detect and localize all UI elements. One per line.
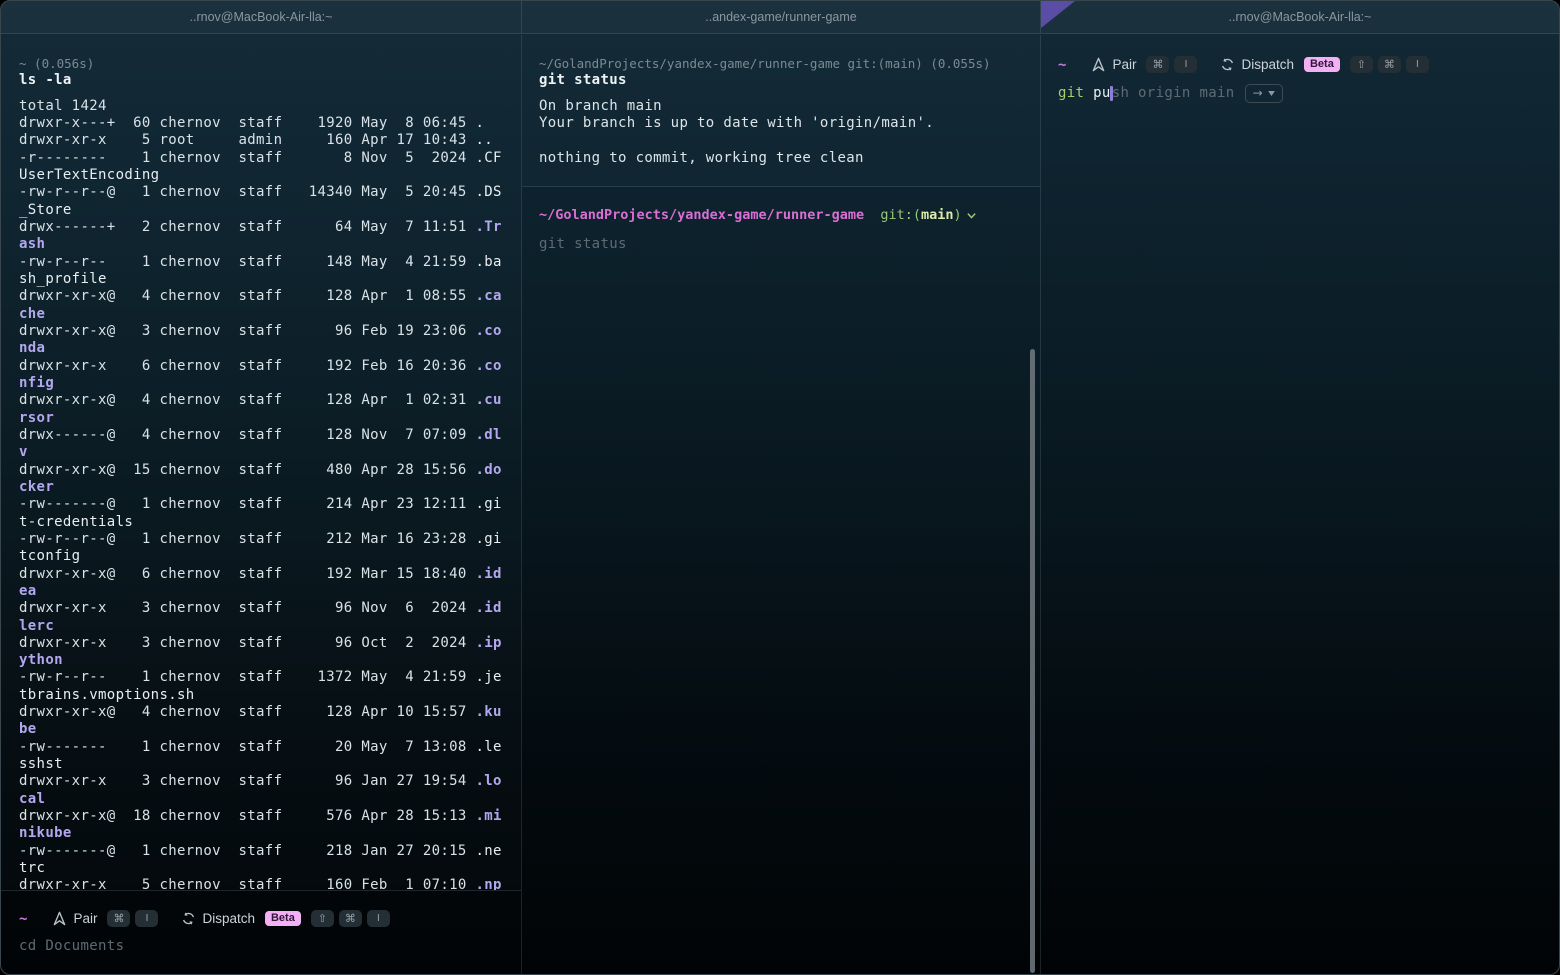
- output-line: Your branch is up to date with 'origin/m…: [539, 115, 1023, 132]
- command-ls[interactable]: ls -la: [19, 72, 503, 89]
- pane-right: ~ Pair ⌘ I Dispatch Beta ⇧ ⌘: [1040, 35, 1559, 974]
- pane-left: ~ (0.056s) ls -la total 1424 drwxr-x---+…: [1, 35, 521, 974]
- cwd-tilde: ~: [1058, 57, 1066, 73]
- pane-container: ~ (0.056s) ls -la total 1424 drwxr-x---+…: [1, 35, 1559, 974]
- dispatch-icon: [181, 911, 196, 926]
- i-key-badge: I: [1174, 56, 1197, 73]
- shift-key-badge: ⇧: [311, 910, 334, 927]
- dispatch-label: Dispatch: [202, 911, 255, 926]
- i-key-badge: I: [135, 910, 158, 927]
- autosuggest-accept-hint[interactable]: →: [1245, 84, 1283, 103]
- output-line: On branch main: [539, 98, 1023, 115]
- prompt-header: ~ (0.056s): [19, 55, 503, 72]
- ls-output: total 1424 drwxr-x---+ 60 chernov staff …: [19, 98, 503, 891]
- cmd-key-badge: ⌘: [1146, 56, 1169, 73]
- prompt-header: ~/GolandProjects/yandex-game/runner-game…: [539, 55, 1023, 72]
- pair-label: Pair: [73, 911, 97, 926]
- prompt-current: ~/GolandProjects/yandex-game/runner-game…: [539, 206, 1023, 224]
- dispatch-icon: [1220, 57, 1235, 72]
- left-input-block[interactable]: ~ Pair ⌘ I Dispatch Beta: [1, 891, 521, 974]
- pane-middle: ~/GolandProjects/yandex-game/runner-game…: [521, 35, 1040, 974]
- cmd-key-badge: ⌘: [1378, 56, 1401, 73]
- toolbar-left: ~ Pair ⌘ I Dispatch Beta: [19, 909, 503, 928]
- shift-key-badge: ⇧: [1350, 56, 1373, 73]
- toolbar-right: ~ Pair ⌘ I Dispatch Beta ⇧ ⌘: [1058, 55, 1543, 74]
- git-prefix: git:(: [864, 206, 921, 224]
- right-arrow-icon: →: [1253, 85, 1263, 102]
- i-key-badge: I: [367, 910, 390, 927]
- beta-badge: Beta: [265, 911, 301, 926]
- git-branch: main: [921, 206, 954, 224]
- i-key-badge: I: [1406, 56, 1429, 73]
- typed-command: git: [1058, 85, 1084, 102]
- scrollbar[interactable]: [1030, 349, 1035, 973]
- active-pane-indicator-icon: [1041, 1, 1075, 28]
- pair-icon: [1091, 57, 1106, 72]
- pair-label: Pair: [1112, 57, 1136, 72]
- tab-terminal-2[interactable]: ..andex-game/runner-game: [521, 1, 1040, 33]
- tab-title: ..rnov@MacBook-Air-lla:~: [190, 10, 333, 24]
- beta-badge: Beta: [1304, 57, 1340, 72]
- command-suggestion[interactable]: cd Documents: [19, 938, 503, 955]
- tab-title: ..rnov@MacBook-Air-lla:~: [1229, 10, 1372, 24]
- terminal-window: ..rnov@MacBook-Air-lla:~ ..andex-game/ru…: [0, 0, 1560, 975]
- autosuggest-text: sh origin main: [1112, 85, 1235, 102]
- cwd-tilde: ~: [19, 911, 27, 927]
- command-git-status[interactable]: git status: [539, 72, 1023, 89]
- dispatch-button[interactable]: Dispatch Beta ⇧ ⌘ I: [1220, 56, 1433, 73]
- caret-down-icon: [1268, 91, 1275, 96]
- cmd-key-badge: ⌘: [107, 910, 130, 927]
- dispatch-button[interactable]: Dispatch Beta ⇧ ⌘ I: [181, 910, 394, 927]
- cmd-key-badge: ⌘: [339, 910, 362, 927]
- chevron-down-icon[interactable]: [966, 210, 977, 221]
- tab-title: ..andex-game/runner-game: [705, 10, 856, 24]
- tab-terminal-1[interactable]: ..rnov@MacBook-Air-lla:~: [1, 1, 521, 33]
- middle-input-block[interactable]: ~/GolandProjects/yandex-game/runner-game…: [522, 187, 1040, 253]
- tab-bar: ..rnov@MacBook-Air-lla:~ ..andex-game/ru…: [1, 1, 1559, 34]
- typed-args: pu: [1084, 85, 1110, 102]
- output-line: nothing to commit, working tree clean: [539, 150, 1023, 167]
- cwd-path: ~/GolandProjects/yandex-game/runner-game: [539, 206, 864, 224]
- output-line: [539, 132, 1023, 149]
- command-suggestion[interactable]: git status: [539, 236, 1023, 253]
- command-input[interactable]: git push origin main →: [1058, 84, 1543, 103]
- pair-icon: [52, 911, 67, 926]
- tab-terminal-3[interactable]: ..rnov@MacBook-Air-lla:~: [1040, 1, 1559, 33]
- dispatch-label: Dispatch: [1241, 57, 1294, 72]
- git-suffix: ): [954, 206, 962, 224]
- ls-command-block: ~ (0.056s) ls -la total 1424 drwxr-x---+…: [1, 35, 521, 891]
- pair-button[interactable]: Pair ⌘ I: [1091, 56, 1202, 73]
- git-status-block: ~/GolandProjects/yandex-game/runner-game…: [522, 35, 1040, 187]
- pair-button[interactable]: Pair ⌘ I: [52, 910, 163, 927]
